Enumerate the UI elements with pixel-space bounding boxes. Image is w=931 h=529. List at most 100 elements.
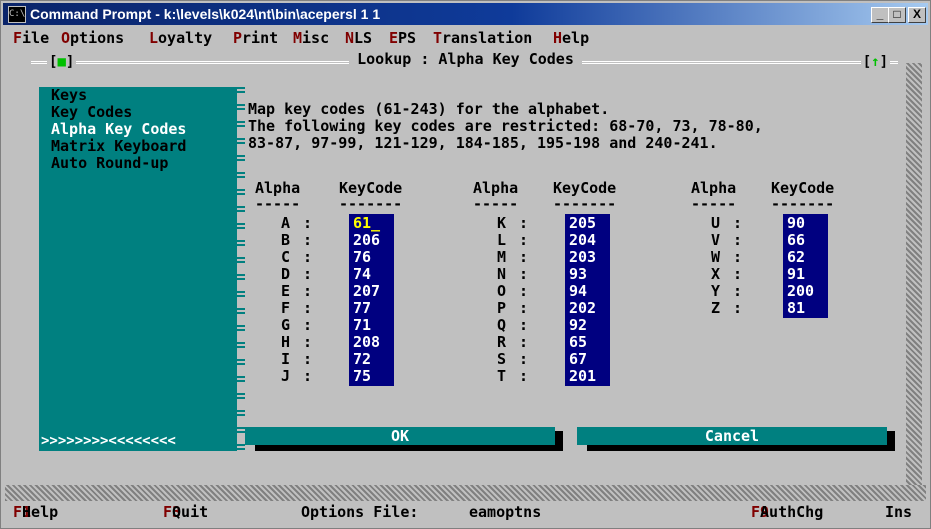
menu-file[interactable]: File [13, 27, 49, 49]
dialog-title-bar: Lookup : Alpha Key Codes [25, 49, 906, 69]
menu-nls[interactable]: NLS [345, 27, 372, 49]
keycode-field-s[interactable]: 67 [569, 351, 587, 368]
keycode-underline-1: ------- [339, 195, 403, 213]
sidebar-item-auto-round-up[interactable]: Auto Round-up [51, 155, 168, 172]
menu-eps[interactable]: EPS [389, 27, 416, 49]
separator-colon: : [303, 248, 313, 266]
separator-colon: : [733, 299, 743, 317]
text-cursor: _ [371, 214, 381, 232]
menu-misc-label: isc [302, 29, 330, 47]
keycode-field-t[interactable]: 201 [569, 368, 596, 385]
options-file-label: Options File: [301, 503, 419, 521]
menu-translation-label: ranslation [442, 29, 533, 47]
keycode-field-f[interactable]: 77 [353, 300, 371, 317]
ok-button[interactable]: OK [245, 427, 555, 445]
f9-authchg-hint[interactable]: F9 AuthChg [751, 501, 823, 523]
insert-mode-indicator: Ins [885, 503, 913, 521]
alpha-letter-f: F [281, 299, 291, 317]
alpha-letter-v: V [711, 231, 721, 249]
alpha-letter-n: N [497, 265, 507, 283]
alpha-letter-p: P [497, 299, 507, 317]
alpha-letter-x: X [711, 265, 721, 283]
sidebar-item-key-codes[interactable]: Key Codes [51, 104, 132, 121]
minimize-button[interactable]: _ [871, 7, 889, 23]
menu-translation[interactable]: Translation [433, 27, 532, 49]
maximize-button[interactable]: □ [888, 7, 906, 23]
sidebar-scroller[interactable]: >>>>>>>><<<<<<<< [41, 433, 176, 449]
menu-misc-hotkey: M [293, 29, 303, 47]
f1-help-hint[interactable]: F1 Help [13, 501, 58, 523]
alpha-letter-m: M [497, 248, 507, 266]
cancel-button[interactable]: Cancel [577, 427, 887, 445]
separator-colon: : [519, 350, 529, 368]
menu-eps-hotkey: E [389, 29, 399, 47]
keycode-field-e[interactable]: 207 [353, 283, 380, 300]
sidebar-panel: Keys Key Codes Alpha Key Codes Matrix Ke… [39, 87, 237, 451]
keycode-field-a[interactable]: 61 [353, 215, 371, 232]
keycode-field-x[interactable]: 91 [787, 266, 805, 283]
keycode-field-o[interactable]: 94 [569, 283, 587, 300]
keycode-field-z[interactable]: 81 [787, 300, 805, 317]
separator-colon: : [303, 333, 313, 351]
zoom-arrow-icon: ↑ [871, 54, 880, 70]
keycode-field-k[interactable]: 205 [569, 215, 596, 232]
keycode-field-q[interactable]: 92 [569, 317, 587, 334]
alpha-letter-z: Z [711, 299, 721, 317]
alpha-underline-2: ----- [473, 195, 519, 213]
keycode-field-r[interactable]: 65 [569, 334, 587, 351]
alpha-letter-t: T [497, 367, 507, 385]
keycode-field-v[interactable]: 66 [787, 232, 805, 249]
title-bar[interactable]: C:\ Command Prompt - k:\levels\k024\nt\b… [3, 3, 928, 25]
keycode-field-w[interactable]: 62 [787, 249, 805, 266]
keycode-field-i[interactable]: 72 [353, 351, 371, 368]
alpha-letter-d: D [281, 265, 291, 283]
keycode-field-u[interactable]: 90 [787, 215, 805, 232]
separator-colon: : [519, 231, 529, 249]
description-line-1: Map key codes (61-243) for the alphabet. [248, 100, 610, 118]
keycode-field-p[interactable]: 202 [569, 300, 596, 317]
keycode-field-j[interactable]: 75 [353, 368, 371, 385]
keycode-field-b[interactable]: 206 [353, 232, 380, 249]
menu-options-label: ptions [70, 29, 125, 47]
keycode-field-y[interactable]: 200 [787, 283, 814, 300]
menu-bar: File Options Loyalty Print Misc NLS EPS … [5, 27, 926, 49]
sidebar-item-matrix-keyboard[interactable]: Matrix Keyboard [51, 138, 186, 155]
menu-file-hotkey: F [13, 29, 23, 47]
separator-colon: : [519, 299, 529, 317]
keycode-field-g[interactable]: 71 [353, 317, 371, 334]
separator-colon: : [303, 367, 313, 385]
menu-options[interactable]: Options [61, 27, 124, 49]
keycode-field-n[interactable]: 93 [569, 266, 587, 283]
console-area: File Options Loyalty Print Misc NLS EPS … [5, 27, 926, 525]
f3-quit-hint[interactable]: F3 Quit [163, 501, 208, 523]
menu-misc[interactable]: Misc [293, 27, 329, 49]
separator-colon: : [519, 333, 529, 351]
keycode-field-h[interactable]: 208 [353, 334, 380, 351]
separator-colon: : [303, 231, 313, 249]
sidebar-item-keys[interactable]: Keys [51, 87, 87, 104]
keycode-field-l[interactable]: 204 [569, 232, 596, 249]
separator-colon: : [733, 282, 743, 300]
keycode-field-m[interactable]: 203 [569, 249, 596, 266]
alpha-letter-g: G [281, 316, 291, 334]
close-button[interactable]: X [908, 7, 926, 23]
f1-label: Help [22, 503, 59, 521]
console-app-icon[interactable]: C:\ [8, 6, 26, 23]
menu-loyalty[interactable]: Loyalty [149, 27, 212, 49]
menu-print[interactable]: Print [233, 27, 278, 49]
sidebar-item-alpha-key-codes[interactable]: Alpha Key Codes [51, 121, 186, 138]
dialog-shadow-right [906, 63, 922, 493]
alpha-letter-o: O [497, 282, 507, 300]
description-line-2: The following key codes are restricted: … [248, 117, 763, 135]
separator-colon: : [733, 231, 743, 249]
keycode-field-d[interactable]: 74 [353, 266, 371, 283]
separator-colon: : [519, 265, 529, 283]
dialog-zoom-box[interactable]: [↑] [860, 54, 890, 70]
alpha-letter-e: E [281, 282, 291, 300]
menu-options-hotkey: O [61, 29, 71, 47]
command-prompt-window: C:\ Command Prompt - k:\levels\k024\nt\b… [0, 0, 931, 529]
menu-help[interactable]: Help [553, 27, 589, 49]
keycode-field-c[interactable]: 76 [353, 249, 371, 266]
dialog-close-box[interactable]: [■] [47, 54, 77, 70]
menu-loyalty-label: oyalty [158, 29, 213, 47]
